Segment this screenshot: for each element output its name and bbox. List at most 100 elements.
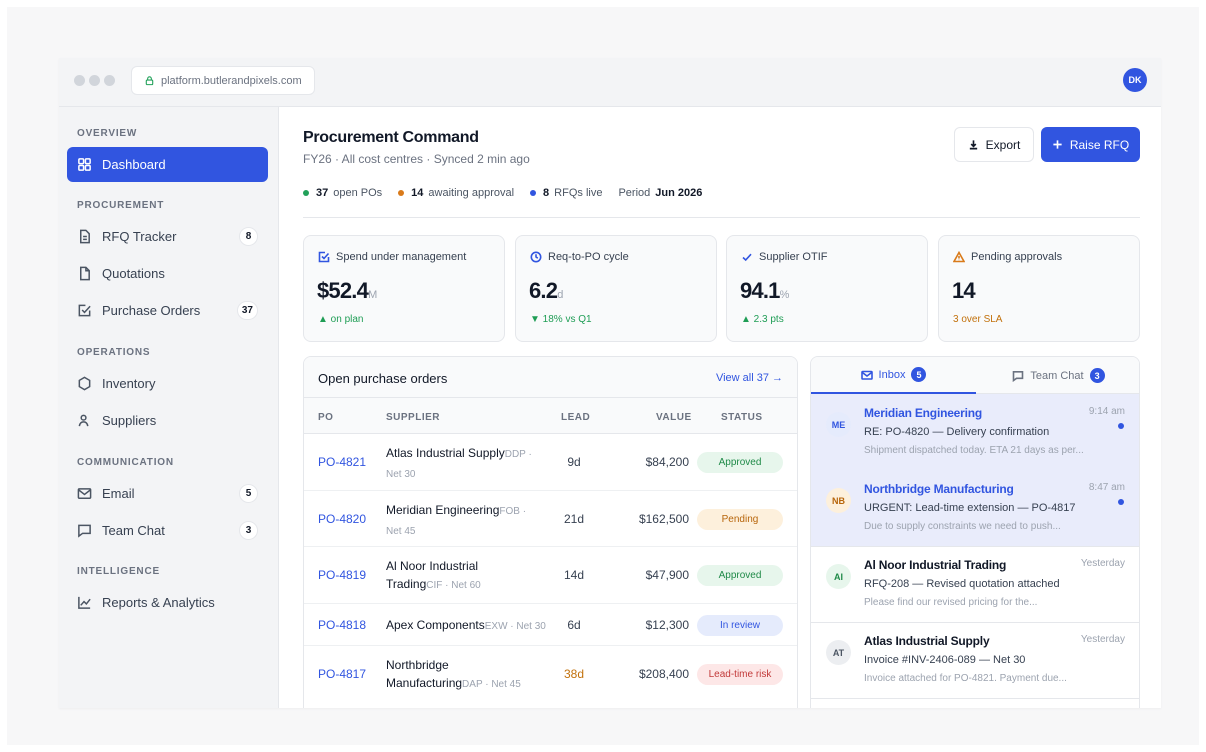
inbox-card: Inbox 5 Team Chat 3 ME Meridian Engineer… (810, 356, 1140, 708)
column-header-value[interactable]: VALUE (656, 412, 692, 423)
card-header: Open purchase orders View all 37 → (304, 357, 797, 398)
window-dot (74, 75, 85, 86)
stat-label: awaiting approval (428, 187, 515, 199)
message-item[interactable]: ME Meridian Engineering 9:14 am RE: PO-4… (811, 394, 1139, 471)
kpi-value-number: 14 (952, 278, 976, 303)
kpi-label-text: Pending approvals (971, 251, 1063, 263)
warning-icon (953, 251, 965, 263)
url-bar[interactable]: platform.butlerandpixels.com (131, 66, 315, 95)
table-row[interactable]: PO-4817 Northbridge ManufacturingDAP · N… (304, 646, 797, 703)
status-badge: In review (697, 615, 783, 636)
sidebar-item-quotations[interactable]: Quotations (67, 256, 268, 291)
message-item[interactable]: AT Atlas Industrial Supply Yesterday Inv… (811, 622, 1139, 699)
window-dot (89, 75, 100, 86)
supplier-name: Meridian Engineering (386, 503, 500, 517)
column-header-status[interactable]: STATUS (721, 412, 763, 423)
message-sender: Meridian Engineering (864, 406, 983, 420)
count-badge: 37 (236, 301, 258, 320)
message-subject: URGENT: Lead-time extension — PO-4817 (864, 502, 1076, 514)
status-dot (530, 190, 537, 196)
message-sender: Atlas Industrial Supply (864, 634, 990, 648)
user-avatar[interactable]: DK (1123, 68, 1147, 92)
hexagon-icon (78, 376, 91, 391)
po-id-link[interactable]: PO-4820 (318, 512, 366, 526)
table-row[interactable]: PO-4821 Atlas Industrial SupplyDDP · Net… (304, 434, 797, 491)
supplier-name: Atlas Industrial Supply (386, 446, 505, 460)
kpi-value: 14 (952, 278, 976, 304)
chat-icon (78, 524, 91, 538)
column-header-po[interactable]: PO (318, 412, 333, 423)
count-badge: 5 (239, 484, 258, 503)
sidebar-item-label: RFQ Tracker (102, 229, 177, 244)
section-label-overview: OVERVIEW (77, 128, 138, 139)
table-row[interactable]: PO-4818 Apex ComponentsEXW · Net 30 6d $… (304, 604, 797, 646)
kpi-card-pending[interactable]: Pending approvals 14 3 over SLA (938, 235, 1140, 342)
plus-icon (1053, 140, 1062, 149)
kpi-label: Supplier OTIF (741, 251, 827, 263)
kpi-value: 6.2d (529, 278, 563, 304)
section-label-procurement: PROCUREMENT (77, 200, 165, 211)
message-subject: Invoice #INV-2406-089 — Net 30 (864, 654, 1026, 666)
sidebar-item-dashboard[interactable]: Dashboard (67, 147, 268, 182)
mail-icon (77, 488, 92, 499)
raise-rfq-button[interactable]: Raise RFQ (1041, 127, 1140, 162)
sidebar-item-rfq-tracker[interactable]: RFQ Tracker 8 (67, 219, 268, 254)
table-header: PO SUPPLIER LEAD VALUE STATUS (304, 398, 797, 434)
lead-time: 9d (567, 455, 581, 469)
checkbox-icon (78, 304, 91, 317)
table-row[interactable]: PO-4820 Meridian EngineeringFOB · Net 45… (304, 491, 797, 547)
sidebar-item-inventory[interactable]: Inventory (67, 366, 268, 401)
po-value: $162,500 (638, 512, 689, 526)
kpi-label-text: Req-to-PO cycle (548, 251, 629, 263)
po-id-link[interactable]: PO-4821 (318, 455, 366, 469)
kpi-label: Pending approvals (953, 251, 1062, 263)
export-button[interactable]: Export (954, 127, 1034, 162)
kpi-card-cycle[interactable]: Req-to-PO cycle 6.2d ▼ 18% vs Q1 (515, 235, 717, 342)
count-badge: 3 (239, 521, 258, 540)
inbox-tabs: Inbox 5 Team Chat 3 (811, 357, 1139, 394)
stat-awaiting-approval: 14 awaiting approval (398, 187, 514, 199)
view-all-link[interactable]: View all 37 → (716, 372, 783, 384)
sidebar-item-reports[interactable]: Reports & Analytics (67, 585, 268, 620)
message-item[interactable]: NB Northbridge Manufacturing 8:47 am URG… (811, 470, 1139, 547)
po-id-link[interactable]: PO-4818 (318, 618, 366, 632)
lead-time: 38d (563, 667, 585, 681)
message-preview: Due to supply constraints we need to pus… (864, 521, 1061, 532)
supplier-cell: Atlas Industrial SupplyDDP · Net 30 (386, 444, 536, 484)
kpi-value-number: 6.2 (529, 278, 558, 303)
stat-value: 37 (316, 187, 329, 199)
sidebar-item-team-chat[interactable]: Team Chat 3 (67, 513, 268, 548)
kpi-value-number: 94.1 (740, 278, 780, 303)
table-row[interactable]: PO-4819 Al Noor Industrial TradingCIF · … (304, 547, 797, 604)
po-id-link[interactable]: PO-4817 (318, 667, 366, 681)
sidebar-item-suppliers[interactable]: Suppliers (67, 403, 268, 438)
purchase-orders-card: Open purchase orders View all 37 → PO SU… (303, 356, 798, 708)
message-subject: RE: PO-4820 — Delivery confirmation (864, 426, 1050, 438)
sidebar-item-label: Email (102, 486, 135, 501)
sidebar: OVERVIEW Dashboard PROCUREMENT RFQ Track… (59, 107, 279, 708)
message-item[interactable]: AI Al Noor Industrial Trading Yesterday … (811, 546, 1139, 623)
count-badge: 5 (911, 367, 927, 382)
grid-icon (78, 158, 91, 171)
avatar: AI (826, 564, 851, 589)
po-id-link[interactable]: PO-4819 (318, 568, 366, 582)
column-header-supplier[interactable]: SUPPLIER (386, 412, 440, 423)
section-label-intelligence: INTELLIGENCE (77, 566, 160, 577)
stat-open-pos: 37 open POs (303, 187, 382, 199)
tab-inbox[interactable]: Inbox 5 (811, 357, 976, 394)
kpi-card-otif[interactable]: Supplier OTIF 94.1% ▲ 2.3 pts (726, 235, 928, 342)
page-subtitle: FY26 · All cost centres · Synced 2 min a… (303, 152, 530, 166)
kpi-card-spend[interactable]: Spend under management $52.4M ▲ on plan (303, 235, 505, 342)
tab-team-chat[interactable]: Team Chat 3 (976, 357, 1139, 394)
section-label-communication: COMMUNICATION (77, 457, 174, 468)
sidebar-item-label: Team Chat (102, 523, 165, 538)
supplier-name: Northbridge Manufacturing (386, 658, 463, 690)
unread-dot (1118, 499, 1124, 505)
sidebar-item-email[interactable]: Email 5 (67, 476, 268, 511)
column-header-lead[interactable]: LEAD (561, 412, 590, 423)
message-preview: Please find our revised pricing for the.… (864, 597, 1038, 608)
sidebar-item-label: Dashboard (102, 157, 166, 172)
mail-icon (860, 370, 873, 380)
sidebar-item-purchase-orders[interactable]: Purchase Orders 37 (67, 293, 268, 328)
po-value: $12,300 (645, 618, 689, 632)
